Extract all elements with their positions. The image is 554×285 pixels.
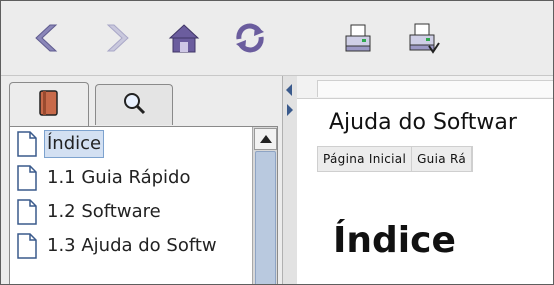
tree-item[interactable]: Índice (10, 127, 250, 161)
navigation-pane: Índice 1.1 Guia Rápido 1.2 Software 1.3 … (1, 76, 282, 284)
print-button[interactable] (339, 19, 377, 57)
contents-tree: Índice 1.1 Guia Rápido 1.2 Software 1.3 … (9, 126, 278, 284)
back-button[interactable] (27, 19, 65, 57)
tree-item-label: 1.2 Software (47, 201, 161, 222)
print-icon (343, 22, 373, 54)
document-icon (17, 199, 37, 225)
magnifier-icon (122, 91, 146, 119)
link-home-page[interactable]: Página Inicial (318, 147, 413, 171)
tree-item[interactable]: 1.3 Ajuda do Softw (10, 229, 250, 263)
tab-search[interactable] (95, 84, 173, 125)
home-button[interactable] (165, 19, 203, 57)
collapse-left-icon[interactable] (286, 84, 292, 96)
content-pane: Ajuda do Softwar Página Inicial Guia Rá … (297, 76, 553, 284)
tree-item[interactable]: 1.1 Guia Rápido (10, 161, 250, 195)
tree-item-label: 1.1 Guia Rápido (47, 167, 191, 188)
document-icon (17, 131, 37, 157)
document-title: Ajuda do Softwar (329, 110, 517, 135)
tree-item[interactable]: 1.2 Software (10, 195, 250, 229)
vertical-scrollbar[interactable] (252, 127, 277, 284)
tree-item-label: 1.3 Ajuda do Softw (47, 235, 217, 256)
scroll-up-button[interactable] (254, 128, 277, 150)
breadcrumb-links: Página Inicial Guia Rá (317, 146, 474, 172)
document-icon (17, 165, 37, 191)
tab-contents[interactable] (9, 82, 89, 127)
page-heading: Índice (333, 220, 456, 261)
forward-arrow-icon (104, 22, 132, 54)
sync-icon (233, 21, 267, 55)
forward-button[interactable] (99, 19, 137, 57)
print-setup-icon (407, 21, 441, 55)
tree-rows: Índice 1.1 Guia Rápido 1.2 Software 1.3 … (10, 127, 250, 263)
home-icon (167, 22, 201, 54)
nav-tabs (1, 76, 282, 127)
arrow-up-icon (259, 135, 272, 143)
document-icon (17, 233, 37, 259)
back-arrow-icon (32, 22, 60, 54)
pane-splitter[interactable] (282, 76, 298, 284)
sync-button[interactable] (231, 19, 269, 57)
link-quick-guide[interactable]: Guia Rá (412, 147, 473, 171)
expand-right-icon[interactable] (287, 104, 293, 116)
toolbar (1, 1, 553, 76)
help-window: Índice 1.1 Guia Rápido 1.2 Software 1.3 … (0, 0, 554, 285)
scroll-thumb[interactable] (255, 151, 276, 284)
print-setup-button[interactable] (405, 19, 443, 57)
book-icon (38, 89, 60, 121)
tree-item-label: Índice (44, 130, 105, 158)
content-top-bar (297, 76, 553, 99)
